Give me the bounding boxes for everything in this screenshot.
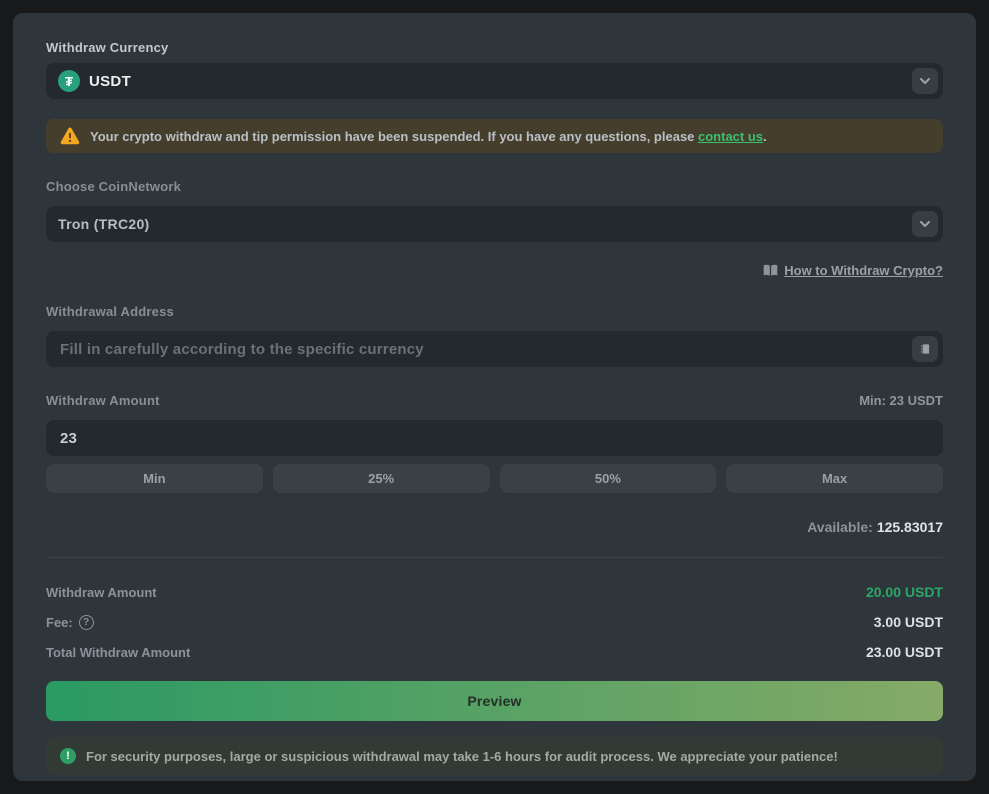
amount-header: Withdraw Amount Min: 23 USDT [46, 393, 943, 408]
address-field [46, 331, 943, 367]
address-input[interactable] [46, 331, 943, 367]
quick-amount-row: Min 25% 50% Max [46, 464, 943, 493]
summary-row-total: Total Withdraw Amount 23.00 USDT [46, 644, 943, 660]
info-banner: ! For security purposes, large or suspic… [46, 737, 943, 775]
summary-withdraw-amount-value: 20.00 USDT [866, 584, 943, 600]
max-button[interactable]: Max [726, 464, 943, 493]
address-label: Withdrawal Address [46, 304, 943, 319]
warning-text-before: Your crypto withdraw and tip permission … [90, 129, 698, 144]
warning-text: Your crypto withdraw and tip permission … [90, 129, 767, 144]
network-label: Choose CoinNetwork [46, 179, 943, 194]
available-label: Available: [807, 519, 873, 535]
help-row: How to Withdraw Crypto? [46, 263, 943, 278]
withdraw-currency-label: Withdraw Currency [46, 40, 943, 55]
fee-help-icon[interactable]: ? [79, 615, 94, 630]
pct-50-button[interactable]: 50% [500, 464, 717, 493]
summary-section: Withdraw Amount 20.00 USDT Fee: ? 3.00 U… [46, 557, 943, 660]
currency-chevron-button[interactable] [912, 68, 938, 94]
fee-label-text: Fee: [46, 615, 73, 630]
summary-fee-label: Fee: ? [46, 615, 94, 630]
network-select[interactable]: Tron (TRC20) [46, 206, 943, 242]
warning-banner: Your crypto withdraw and tip permission … [46, 119, 943, 153]
chevron-down-icon [920, 78, 930, 84]
preview-button[interactable]: Preview [46, 681, 943, 721]
amount-label: Withdraw Amount [46, 393, 160, 408]
how-to-withdraw-link[interactable]: How to Withdraw Crypto? [784, 263, 943, 278]
summary-row-fee: Fee: ? 3.00 USDT [46, 614, 943, 630]
summary-row-withdraw-amount: Withdraw Amount 20.00 USDT [46, 584, 943, 600]
summary-withdraw-amount-label: Withdraw Amount [46, 585, 157, 600]
summary-total-label: Total Withdraw Amount [46, 645, 190, 660]
summary-total-value: 23.00 USDT [866, 644, 943, 660]
min-button[interactable]: Min [46, 464, 263, 493]
tether-icon: ₮ [58, 70, 80, 92]
paste-button[interactable] [912, 336, 938, 362]
pct-25-button[interactable]: 25% [273, 464, 490, 493]
available-value: 125.83017 [877, 519, 943, 535]
available-row: Available:125.83017 [46, 519, 943, 535]
currency-selected-value: USDT [89, 73, 131, 90]
warning-icon [60, 127, 80, 145]
amount-input[interactable] [46, 420, 943, 456]
withdraw-panel: Withdraw Currency ₮ USDT Your crypto wit… [13, 13, 976, 781]
warning-text-after: . [763, 129, 767, 144]
info-text: For security purposes, large or suspicio… [86, 749, 838, 764]
chevron-down-icon [920, 221, 930, 227]
network-selected-value: Tron (TRC20) [58, 216, 150, 232]
contact-us-link[interactable]: contact us [698, 129, 763, 144]
book-icon [763, 264, 778, 277]
network-chevron-button[interactable] [912, 211, 938, 237]
info-icon: ! [60, 748, 76, 764]
summary-fee-value: 3.00 USDT [874, 614, 943, 630]
paste-icon [918, 342, 932, 356]
min-note: Min: 23 USDT [859, 393, 943, 408]
currency-select[interactable]: ₮ USDT [46, 63, 943, 99]
